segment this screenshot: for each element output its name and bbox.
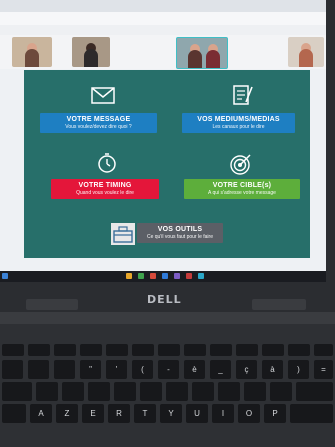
keyboard-key[interactable] — [80, 344, 102, 356]
keyboard-key[interactable] — [244, 382, 266, 401]
keyboard-key[interactable] — [106, 344, 128, 356]
keyboard-key[interactable]: ( — [132, 360, 153, 379]
keyboard-key[interactable] — [296, 382, 333, 401]
keyboard-key[interactable] — [262, 344, 284, 356]
keyboard-letter-row: A Z E R T Y U I O P — [2, 404, 333, 426]
keyboard-key[interactable]: U — [186, 404, 208, 423]
keyboard-key[interactable] — [184, 344, 206, 356]
laptop-screen: VOTRE MESSAGE Vous voulez/devez dire quo… — [0, 0, 326, 282]
keyboard-key[interactable] — [236, 344, 258, 356]
card-subtitle: Vous voulez/devez dire quoi ? — [65, 124, 132, 130]
windows-start-icon — [2, 273, 8, 279]
toolbox-icon — [111, 223, 135, 245]
keyboard-key[interactable] — [88, 382, 110, 401]
keyboard-key[interactable]: ' — [106, 360, 127, 379]
participant-tile — [288, 37, 324, 67]
taskbar-app-icon — [186, 273, 192, 279]
keyboard-key[interactable] — [288, 344, 310, 356]
taskbar-app-icon — [198, 273, 204, 279]
keyboard-key[interactable] — [192, 382, 214, 401]
card-subtitle: Les canaux pour le dire — [212, 124, 265, 130]
tab-key[interactable] — [2, 404, 26, 423]
target-icon — [230, 154, 251, 175]
keyboard-key[interactable]: R — [108, 404, 130, 423]
keyboard-key[interactable]: O — [238, 404, 260, 423]
keyboard-key[interactable] — [54, 344, 76, 356]
participant-tile — [12, 37, 52, 67]
card-message: VOTRE MESSAGE Vous voulez/devez dire quo… — [40, 113, 157, 133]
card-outils: VOS OUTILS Ce qu'il vous faut pour le fa… — [137, 223, 223, 243]
card-timing: VOTRE TIMING Quand vous voulez le dire — [51, 179, 159, 199]
bookmarks-bar — [0, 25, 326, 35]
keyboard-key[interactable] — [132, 344, 154, 356]
keyboard-key[interactable] — [62, 382, 84, 401]
video-participants-strip — [0, 35, 326, 69]
keyboard-key[interactable] — [210, 344, 232, 356]
keyboard-key[interactable]: _ — [210, 360, 231, 379]
keyboard-key[interactable] — [114, 382, 136, 401]
keyboard-key[interactable]: à — [262, 360, 283, 379]
keyboard-key[interactable] — [36, 382, 58, 401]
card-mediums: VOS MEDIUMS/MEDIAS Les canaux pour le di… — [182, 113, 295, 133]
timer-icon — [98, 153, 116, 173]
keyboard-key[interactable]: è — [184, 360, 205, 379]
keyboard-number-row-2 — [2, 382, 333, 404]
laptop-lid: VOTRE MESSAGE Vous voulez/devez dire quo… — [0, 0, 335, 314]
keyboard-key[interactable] — [140, 382, 162, 401]
keyboard-key[interactable] — [314, 344, 333, 356]
keyboard-key[interactable] — [218, 382, 240, 401]
keyboard-key[interactable]: A — [30, 404, 52, 423]
keyboard-key[interactable]: P — [264, 404, 286, 423]
keyboard-key[interactable]: Y — [160, 404, 182, 423]
taskbar-app-icon — [162, 273, 168, 279]
keyboard-key[interactable] — [158, 344, 180, 356]
keyboard-key[interactable]: ç — [236, 360, 257, 379]
card-title: VOS OUTILS — [157, 226, 203, 233]
envelope-icon — [91, 87, 115, 104]
keyboard-key[interactable]: " — [80, 360, 101, 379]
taskbar-app-icon — [138, 273, 144, 279]
keyboard-key[interactable]: = — [314, 360, 333, 379]
participant-tile-active — [176, 37, 228, 69]
taskbar-app-icon — [150, 273, 156, 279]
keyboard-key[interactable] — [28, 344, 50, 356]
keyboard-key[interactable]: I — [212, 404, 234, 423]
keyboard-key[interactable] — [54, 360, 75, 379]
photo-scene: VOTRE MESSAGE Vous voulez/devez dire quo… — [0, 0, 335, 447]
dell-logo: DELL — [147, 293, 182, 306]
card-title: VOTRE TIMING — [78, 182, 132, 189]
presentation-slide: VOTRE MESSAGE Vous voulez/devez dire quo… — [24, 70, 310, 258]
keyboard-key[interactable]: ) — [288, 360, 309, 379]
participant-tile — [72, 37, 110, 67]
keyboard-key[interactable] — [290, 404, 333, 423]
card-title: VOTRE CIBLE(s) — [212, 182, 272, 189]
keyboard-key[interactable]: T — [134, 404, 156, 423]
taskbar-app-icon — [174, 273, 180, 279]
keyboard-key[interactable] — [2, 344, 24, 356]
keyboard-key[interactable]: E — [82, 404, 104, 423]
keyboard-key[interactable] — [166, 382, 188, 401]
laptop-hinge — [0, 312, 335, 324]
card-title: VOTRE MESSAGE — [66, 116, 131, 123]
taskbar-app-icon — [126, 273, 132, 279]
keyboard-key[interactable] — [2, 360, 23, 379]
card-cibles: VOTRE CIBLE(s) A qui s'adresse votre mes… — [184, 179, 300, 199]
keyboard-key[interactable]: Z — [56, 404, 78, 423]
browser-address-bar — [0, 12, 326, 25]
keyboard-number-row: " ' ( - è _ ç à ) = — [2, 360, 333, 382]
keyboard-key[interactable] — [28, 360, 49, 379]
card-title: VOS MEDIUMS/MEDIAS — [197, 116, 280, 123]
keyboard: " ' ( - è _ ç à ) = A Z E R T Y U I O P — [2, 344, 333, 426]
card-subtitle: Ce qu'il vous faut pour le faire — [147, 234, 213, 240]
browser-tab-bar — [0, 0, 326, 12]
card-subtitle: A qui s'adresse votre message — [208, 190, 276, 196]
windows-taskbar — [0, 271, 326, 282]
keyboard-key[interactable] — [2, 382, 32, 401]
keyboard-key[interactable]: - — [158, 360, 179, 379]
keyboard-key[interactable] — [270, 382, 292, 401]
keyboard-function-row — [2, 344, 333, 360]
card-subtitle: Quand vous voulez le dire — [76, 190, 134, 196]
meeting-controls-bar — [110, 260, 320, 270]
checklist-icon — [233, 85, 253, 105]
